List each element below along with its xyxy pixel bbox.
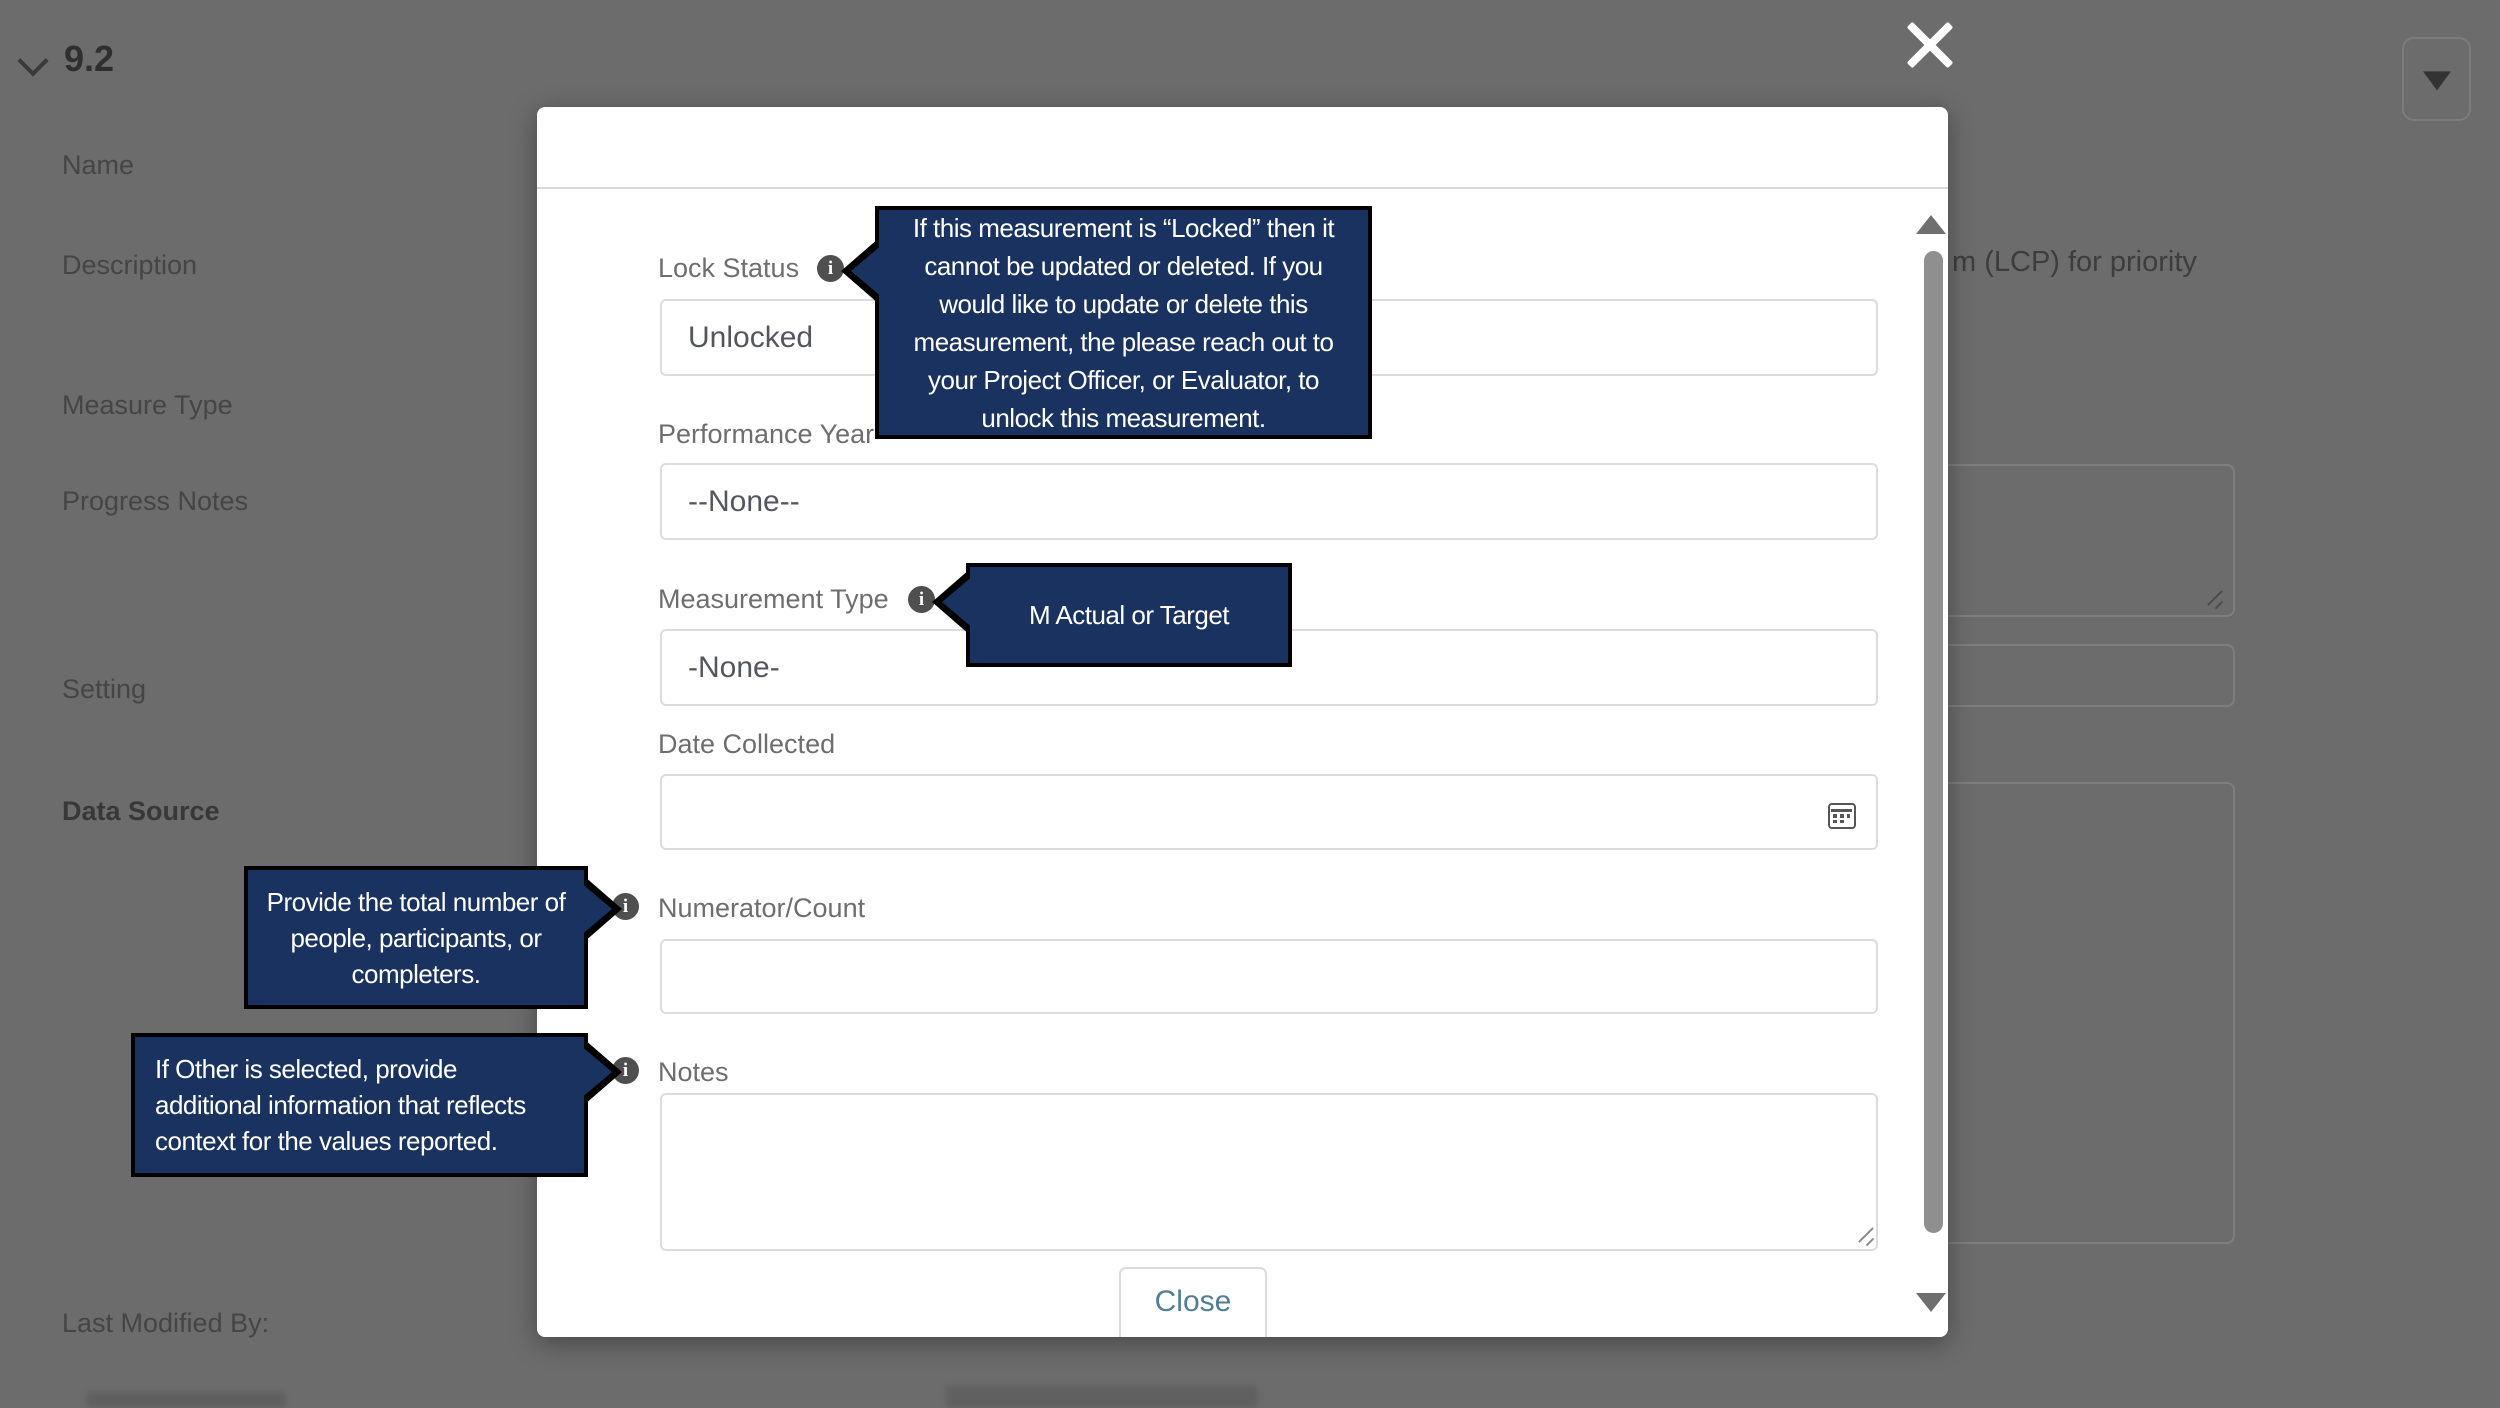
- bg-label-measure-type: Measure Type: [62, 390, 233, 420]
- textarea-resize-handle[interactable]: [1855, 1225, 1877, 1247]
- more-actions-dropdown-button[interactable]: [2402, 37, 2471, 121]
- scroll-up-arrow-icon[interactable]: [1916, 215, 1946, 234]
- lock-status-tooltip-text: If this measurement is “Locked” then it …: [912, 212, 1335, 433]
- performance-year-label: Performance Year: [658, 419, 875, 449]
- close-button[interactable]: Close: [1119, 1267, 1267, 1337]
- date-collected-label: Date Collected: [658, 729, 836, 759]
- bg-label-progress-notes: Progress Notes: [62, 486, 249, 516]
- bg-textarea-resize-handle: [2204, 588, 2226, 610]
- caret-down-icon: [2422, 71, 2451, 91]
- performance-year-select[interactable]: --None--: [660, 463, 1878, 540]
- bg-label-last-modified-by: Last Modified By:: [62, 1308, 270, 1338]
- notes-textarea[interactable]: [660, 1093, 1878, 1251]
- measurement-type-value: -None-: [688, 650, 780, 684]
- tooltip-arrow: [942, 575, 974, 629]
- tooltip-arrow: [851, 244, 883, 298]
- bg-text-fragment: m (LCP) for priority: [1952, 246, 2197, 278]
- lock-status-label: Lock Status: [658, 253, 800, 283]
- scrollbar-thumb[interactable]: [1924, 251, 1943, 1233]
- scroll-down-arrow-icon[interactable]: [1916, 1293, 1946, 1312]
- close-icon[interactable]: [1902, 17, 1958, 73]
- bg-label-setting: Setting: [62, 674, 147, 704]
- lock-status-tooltip: If this measurement is “Locked” then it …: [841, 206, 1372, 439]
- numerator-tooltip: Provide the total number of people, part…: [244, 866, 622, 1009]
- bg-label-name: Name: [62, 150, 135, 180]
- info-icon[interactable]: i: [908, 586, 935, 613]
- tooltip-arrow: [580, 1045, 612, 1099]
- numerator-count-label: Numerator/Count: [658, 893, 866, 923]
- info-icon[interactable]: i: [817, 255, 844, 282]
- bg-label-description: Description: [62, 250, 198, 280]
- numerator-tooltip-text: Provide the total number of people, part…: [266, 886, 566, 989]
- numerator-count-input[interactable]: [660, 939, 1878, 1014]
- measurement-type-tooltip: M Actual or Target: [932, 563, 1292, 667]
- measurement-type-label: Measurement Type: [658, 584, 889, 614]
- measurement-type-tooltip-text: M Actual or Target: [1028, 599, 1230, 630]
- notes-tooltip: If Other is selected, provide additional…: [131, 1033, 622, 1177]
- date-collected-input[interactable]: [660, 774, 1878, 850]
- notes-tooltip-text: If Other is selected, provide additional…: [155, 1054, 526, 1156]
- tooltip-arrow: [580, 882, 612, 936]
- modal-header-divider: [537, 187, 1948, 189]
- bg-label-data-source: Data Source: [62, 796, 220, 826]
- close-button-label: Close: [1154, 1285, 1232, 1318]
- section-header: 9.2: [64, 38, 115, 79]
- chevron-down-icon[interactable]: [20, 48, 46, 74]
- lock-status-value: Unlocked: [688, 320, 814, 354]
- notes-label: Notes: [658, 1057, 729, 1087]
- performance-year-value: --None--: [688, 484, 800, 518]
- redacted-text-artifact: [946, 1386, 1258, 1408]
- calendar-icon[interactable]: [1828, 803, 1856, 829]
